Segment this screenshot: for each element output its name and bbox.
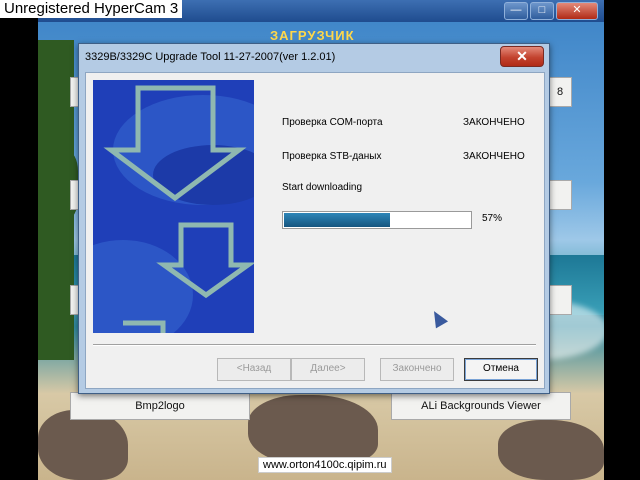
dialog-body: Проверка COM-порта ЗАКОНЧЕНО Проверка ST…	[85, 72, 545, 389]
back-button[interactable]: <Назад	[217, 358, 291, 381]
bmp2logo-button[interactable]: Bmp2logo	[70, 392, 250, 420]
download-progress-bar	[282, 211, 472, 229]
side-button-right[interactable]	[548, 180, 572, 210]
dialog-close-button[interactable]: ✕	[500, 46, 544, 67]
cancel-button[interactable]: Отмена	[464, 358, 538, 381]
dialog-title: 3329B/3329C Upgrade Tool 11-27-2007(ver …	[85, 51, 336, 63]
side-button-right-label: 8	[556, 86, 564, 98]
download-arrows-icon	[93, 85, 254, 333]
minimize-button[interactable]: —	[504, 2, 528, 20]
rock	[248, 395, 378, 465]
finish-button[interactable]: Закончено	[380, 358, 454, 381]
upgrade-tool-dialog: 3329B/3329C Upgrade Tool 11-27-2007(ver …	[78, 43, 550, 394]
ali-backgrounds-viewer-button[interactable]: ALi Backgrounds Viewer	[391, 392, 571, 420]
background-app-heading: ЗАГРУЗЧИК	[270, 28, 355, 43]
rock	[38, 410, 128, 480]
progress-label: Start downloading	[282, 182, 363, 193]
download-progress-percent: 57%	[482, 213, 503, 224]
rock	[498, 420, 604, 480]
close-button[interactable]: ✕	[556, 2, 598, 20]
next-button[interactable]: Далее>	[291, 358, 365, 381]
com-port-check-label: Проверка COM-порта	[282, 117, 383, 128]
maximize-button[interactable]: □	[530, 2, 554, 20]
com-port-check-status: ЗАКОНЧЕНО	[463, 117, 525, 128]
button-separator	[93, 344, 536, 346]
footer-url: www.orton4100c.qipim.ru	[258, 457, 392, 473]
download-progress-fill	[284, 213, 390, 227]
side-button-right[interactable]: 8	[548, 77, 572, 107]
stb-data-check-status: ЗАКОНЧЕНО	[463, 151, 525, 162]
stb-data-check-label: Проверка STB-даных	[282, 151, 382, 162]
side-button-right[interactable]	[548, 285, 572, 315]
hypercam-watermark: Unregistered HyperCam 3	[0, 0, 183, 18]
download-illustration	[93, 80, 254, 333]
mouse-cursor-icon	[427, 307, 449, 329]
